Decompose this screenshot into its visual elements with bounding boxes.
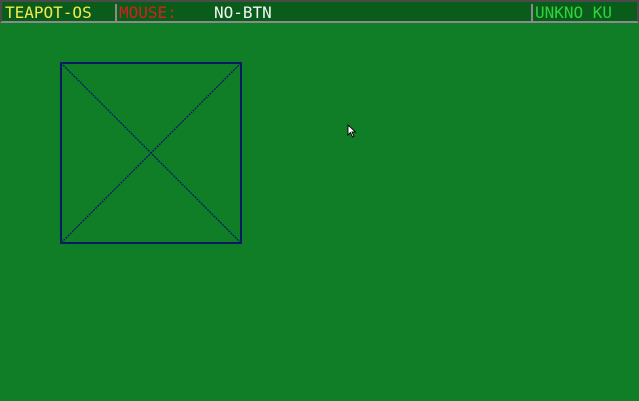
status-divider (531, 4, 533, 21)
mouse-button-status: NO-BTN (214, 3, 272, 22)
arrow-cursor-icon (347, 124, 357, 138)
keyboard-status: UNKNO KU (535, 3, 613, 22)
desktop-screen[interactable]: TEAPOT-OS MOUSE: NO-BTN UNKNO KU (0, 0, 639, 401)
os-name: TEAPOT-OS (5, 3, 92, 22)
status-bar: TEAPOT-OS MOUSE: NO-BTN UNKNO KU (0, 0, 639, 23)
status-divider (115, 4, 117, 21)
mouse-label: MOUSE: (119, 3, 177, 22)
crossed-box-drawing (60, 62, 242, 244)
